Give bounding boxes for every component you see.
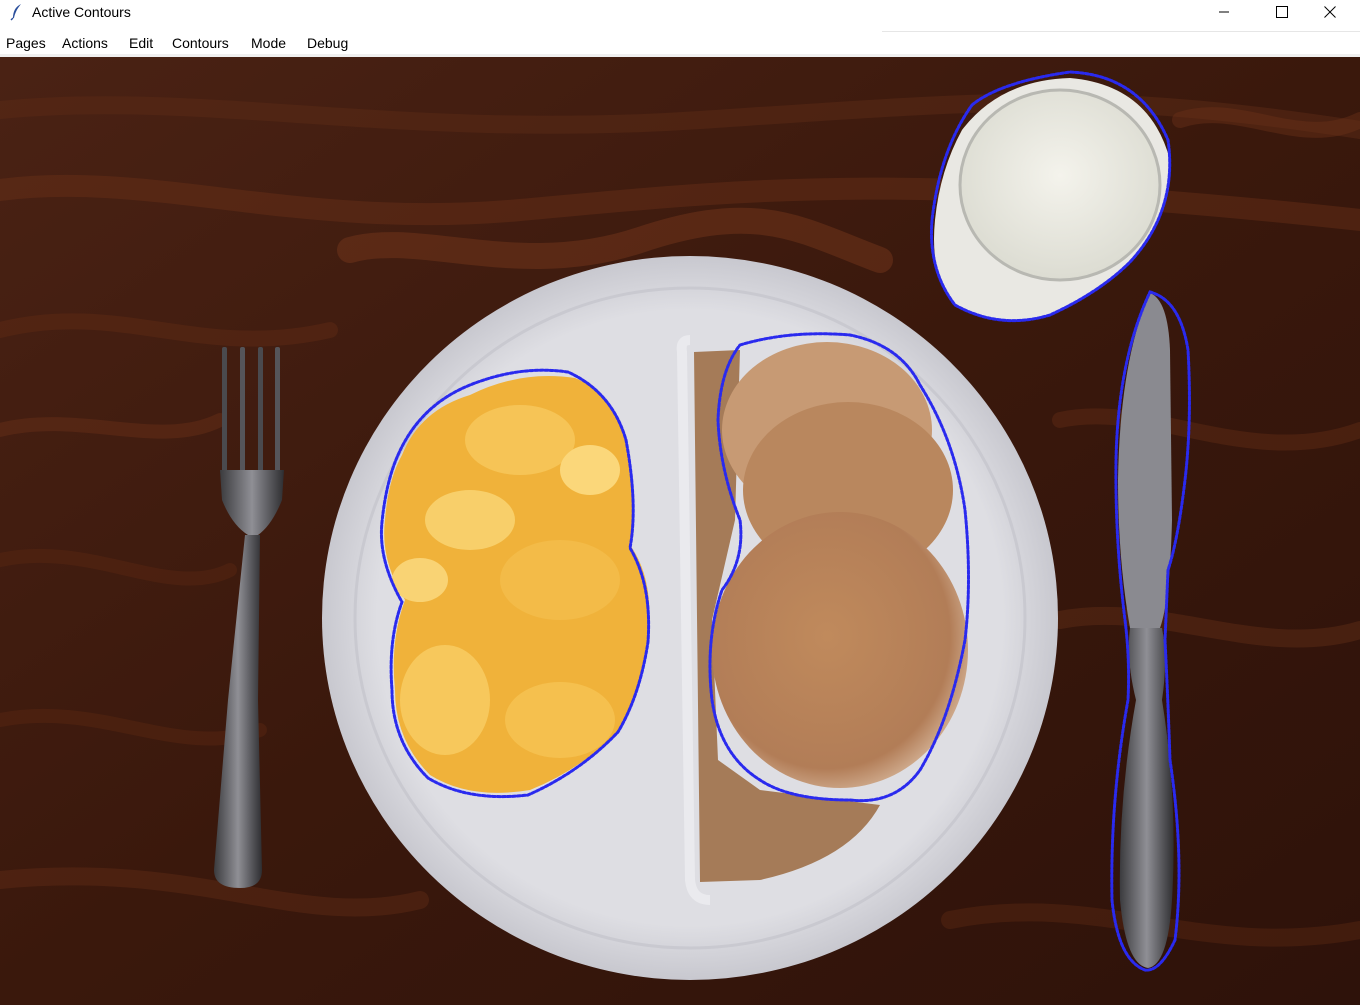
- minimize-button[interactable]: [1196, 0, 1254, 25]
- menu-bar: Pages Actions Edit Contours Mode Debug: [0, 32, 1360, 54]
- menu-edit[interactable]: Edit: [129, 35, 153, 51]
- scrambled-eggs: [384, 376, 650, 793]
- image-canvas[interactable]: [0, 57, 1360, 1005]
- menu-pages[interactable]: Pages: [6, 35, 46, 51]
- minimize-icon: [1219, 11, 1229, 13]
- feather-icon: [8, 3, 26, 21]
- menu-actions[interactable]: Actions: [62, 35, 108, 51]
- menu-mode[interactable]: Mode: [251, 35, 286, 51]
- menu-debug[interactable]: Debug: [307, 35, 348, 51]
- close-icon: [1324, 6, 1336, 18]
- menu-contours[interactable]: Contours: [172, 35, 229, 51]
- close-button[interactable]: [1302, 0, 1360, 25]
- window-title: Active Contours: [32, 4, 131, 20]
- title-bar: Active Contours: [0, 0, 1360, 25]
- maximize-icon: [1276, 6, 1288, 18]
